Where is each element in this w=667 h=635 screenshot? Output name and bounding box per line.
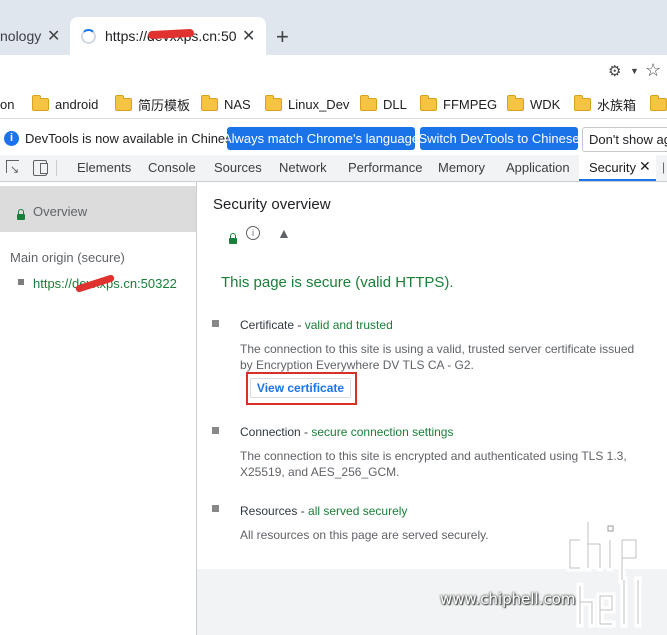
tab-elements[interactable]: Elements: [77, 160, 131, 175]
bookmark-label: Linux_Dev: [288, 96, 350, 112]
new-tab-button[interactable]: +: [276, 24, 289, 50]
bookmark-label: on: [0, 96, 15, 112]
resources-bullet-icon: [212, 505, 219, 512]
origin-bullet-icon: [18, 279, 24, 285]
bookmark-folder[interactable]: Linux_Dev: [265, 94, 350, 112]
folder-icon: [201, 94, 218, 111]
main-origin-heading: Main origin (secure): [10, 250, 125, 265]
resources-label: Resources -: [240, 504, 309, 518]
security-summary: This page is secure (valid HTTPS).: [221, 274, 454, 291]
chiphell-logo-watermark: [566, 518, 642, 628]
bookmark-label: android: [55, 96, 99, 112]
view-certificate-button[interactable]: View certificate: [250, 378, 351, 398]
tab-console[interactable]: Console: [148, 160, 196, 175]
certificate-bullet-icon: [212, 320, 219, 327]
folder-icon: [574, 94, 591, 111]
certificate-label: Certificate -: [240, 318, 305, 332]
certificate-status: valid and trusted: [304, 318, 393, 332]
always-match-language-button[interactable]: Always match Chrome's language: [223, 127, 419, 150]
favorite-star-icon[interactable]: ☆: [645, 60, 661, 81]
bookmark-folder[interactable]: WDK: [507, 94, 561, 112]
certificate-heading: Certificate - valid and trusted: [240, 318, 393, 332]
loading-spinner-icon: [81, 29, 96, 44]
bookmarks-bar: on android 简历模板 NAS Linux_Dev DLL FFMPEG…: [0, 90, 667, 119]
connection-bullet-icon: [212, 427, 219, 434]
extension-icon[interactable]: ⚙: [608, 62, 621, 80]
tab-active[interactable]: https://devxxps.cn:50 ✕: [70, 17, 266, 55]
info-circle-icon: i: [246, 226, 260, 240]
connection-description: The connection to this site is encrypted…: [240, 449, 627, 479]
bookmark-label: 简历模板: [138, 97, 191, 113]
bookmark-folder[interactable]: [650, 94, 667, 112]
tab-security-label: Security: [589, 160, 636, 175]
bookmark-label: NAS: [224, 96, 251, 112]
tab-sources[interactable]: Sources: [214, 160, 262, 175]
switch-to-chinese-button[interactable]: Switch DevTools to Chinese: [418, 127, 580, 150]
bookmark-label: FFMPEG: [443, 96, 498, 112]
dont-show-again-button[interactable]: Don't show aga: [582, 127, 667, 152]
watermark-url: www.chiphell.com: [440, 590, 576, 608]
tab-application[interactable]: Application: [506, 160, 570, 175]
more-tabs-divider: |: [662, 160, 666, 174]
sidebar-item-overview-label: Overview: [33, 204, 88, 219]
tab-memory[interactable]: Memory: [438, 160, 485, 175]
tab-performance[interactable]: Performance: [348, 160, 422, 175]
bookmark-item[interactable]: on: [0, 96, 14, 112]
bookmark-folder[interactable]: android: [32, 94, 99, 112]
inspect-cursor-icon: ↘: [10, 164, 20, 176]
bookmark-label: WDK: [530, 96, 561, 112]
device-phone-icon: [40, 163, 48, 174]
tab-network[interactable]: Network: [279, 160, 327, 175]
tab-security-close-icon[interactable]: ✕: [639, 158, 651, 175]
address-bar[interactable]: [0, 57, 667, 87]
connection-heading: Connection - secure connection settings: [240, 425, 453, 439]
folder-icon: [420, 94, 437, 111]
bookmark-label: DLL: [383, 96, 407, 112]
secure-lock-icon: [228, 233, 237, 244]
tab-security[interactable]: Security ✕: [579, 155, 656, 181]
lock-icon: [17, 209, 25, 220]
bookmark-label: 水族箱: [597, 97, 637, 113]
folder-icon: [265, 94, 282, 111]
folder-icon: [32, 94, 49, 111]
sidebar-item-overview[interactable]: [0, 186, 196, 232]
bookmark-folder[interactable]: 简历模板: [115, 94, 191, 113]
bookmark-folder[interactable]: NAS: [201, 94, 251, 112]
folder-icon: [115, 94, 132, 111]
resources-status: all served securely: [308, 504, 408, 518]
tab-previous[interactable]: nology ✕: [0, 17, 68, 55]
folder-icon: [650, 94, 667, 111]
folder-icon: [507, 94, 524, 111]
connection-status: secure connection settings: [311, 425, 454, 439]
tab-previous-close-icon[interactable]: ✕: [47, 26, 60, 46]
bookmark-folder[interactable]: 水族箱: [574, 94, 637, 113]
extension-menu-chevron-down-icon[interactable]: ▼: [630, 66, 639, 76]
connection-label: Connection -: [240, 425, 312, 439]
tab-previous-title: nology: [0, 28, 42, 44]
resources-heading: Resources - all served securely: [240, 504, 407, 518]
certificate-description: The connection to this site is using a v…: [240, 342, 635, 372]
toolbar-divider: [56, 160, 57, 176]
infobar-message: DevTools is now available in Chinese!: [25, 131, 243, 146]
info-icon: i: [4, 131, 19, 146]
warning-triangle-icon: ▲: [277, 225, 291, 241]
bookmark-folder[interactable]: FFMPEG: [420, 94, 498, 112]
bookmark-folder[interactable]: DLL: [360, 94, 407, 112]
folder-icon: [360, 94, 377, 111]
page-title: Security overview: [213, 196, 331, 213]
tab-active-close-icon[interactable]: ✕: [242, 26, 255, 46]
